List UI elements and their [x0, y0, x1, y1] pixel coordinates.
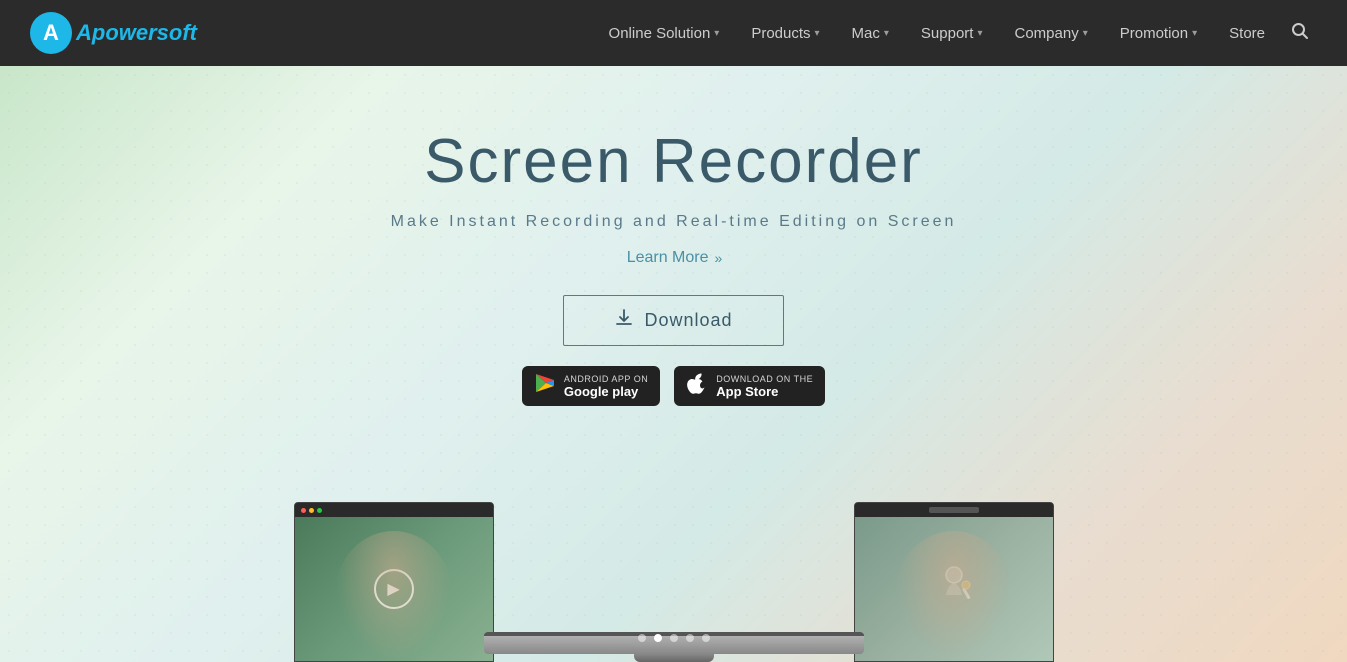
window-chrome-right [855, 503, 1053, 517]
google-play-icon [534, 372, 556, 400]
app-store-badge[interactable]: Download on the App Store [674, 366, 825, 406]
hero-section: Screen Recorder Make Instant Recording a… [0, 66, 1347, 662]
nav-item-company[interactable]: Company ▾ [1001, 17, 1102, 50]
logo-icon [30, 12, 72, 54]
chevrons-icon: » [715, 250, 721, 266]
store-badges: ANDROID APP ON Google play Download on t… [522, 366, 825, 406]
hero-title: Screen Recorder [424, 126, 923, 197]
mockup-area: ▶ REC [224, 502, 1124, 662]
tool-icon [934, 565, 974, 613]
nav-menu: Online Solution ▾ Products ▾ Mac ▾ Suppo… [595, 14, 1317, 53]
search-button[interactable] [1283, 14, 1317, 53]
chevron-down-icon: ▾ [815, 28, 820, 39]
window-bar [929, 507, 979, 513]
chevron-down-icon: ▾ [1083, 28, 1088, 39]
slide-dot-5[interactable] [702, 634, 710, 642]
laptop-stand [634, 654, 714, 662]
close-dot [301, 508, 306, 513]
navbar: Apowersoft Online Solution ▾ Products ▾ … [0, 0, 1347, 66]
nav-item-online-solution[interactable]: Online Solution ▾ [595, 17, 734, 50]
chevron-down-icon: ▾ [714, 28, 719, 39]
nav-item-products[interactable]: Products ▾ [737, 17, 833, 50]
right-window-content [855, 517, 1053, 661]
slide-dots [638, 634, 710, 642]
brand-name: Apowersoft [76, 20, 197, 46]
chevron-down-icon: ▾ [884, 28, 889, 39]
slide-dot-2[interactable] [654, 634, 662, 642]
nav-item-mac[interactable]: Mac ▾ [838, 17, 903, 50]
side-window-right [854, 502, 1054, 662]
nav-item-support[interactable]: Support ▾ [907, 17, 997, 50]
side-window-left: ▶ [294, 502, 494, 662]
search-icon [1291, 24, 1309, 44]
play-button-overlay[interactable]: ▶ [374, 569, 414, 609]
download-icon [614, 308, 634, 333]
chevron-down-icon: ▾ [1192, 28, 1197, 39]
left-window-content: ▶ [295, 517, 493, 661]
nav-item-promotion[interactable]: Promotion ▾ [1106, 17, 1211, 50]
nav-item-store[interactable]: Store [1215, 17, 1279, 50]
slide-dot-3[interactable] [670, 634, 678, 642]
maximize-dot [317, 508, 322, 513]
slide-dot-4[interactable] [686, 634, 694, 642]
google-play-badge[interactable]: ANDROID APP ON Google play [522, 366, 660, 406]
window-chrome-left [295, 503, 493, 517]
chevron-down-icon: ▾ [977, 28, 982, 39]
slide-dot-1[interactable] [638, 634, 646, 642]
hero-subtitle: Make Instant Recording and Real-time Edi… [391, 213, 957, 231]
apple-icon [686, 372, 708, 400]
minimize-dot [309, 508, 314, 513]
download-button[interactable]: Download [563, 295, 783, 346]
learn-more-link[interactable]: Learn More » [627, 249, 721, 267]
logo[interactable]: Apowersoft [30, 12, 197, 54]
